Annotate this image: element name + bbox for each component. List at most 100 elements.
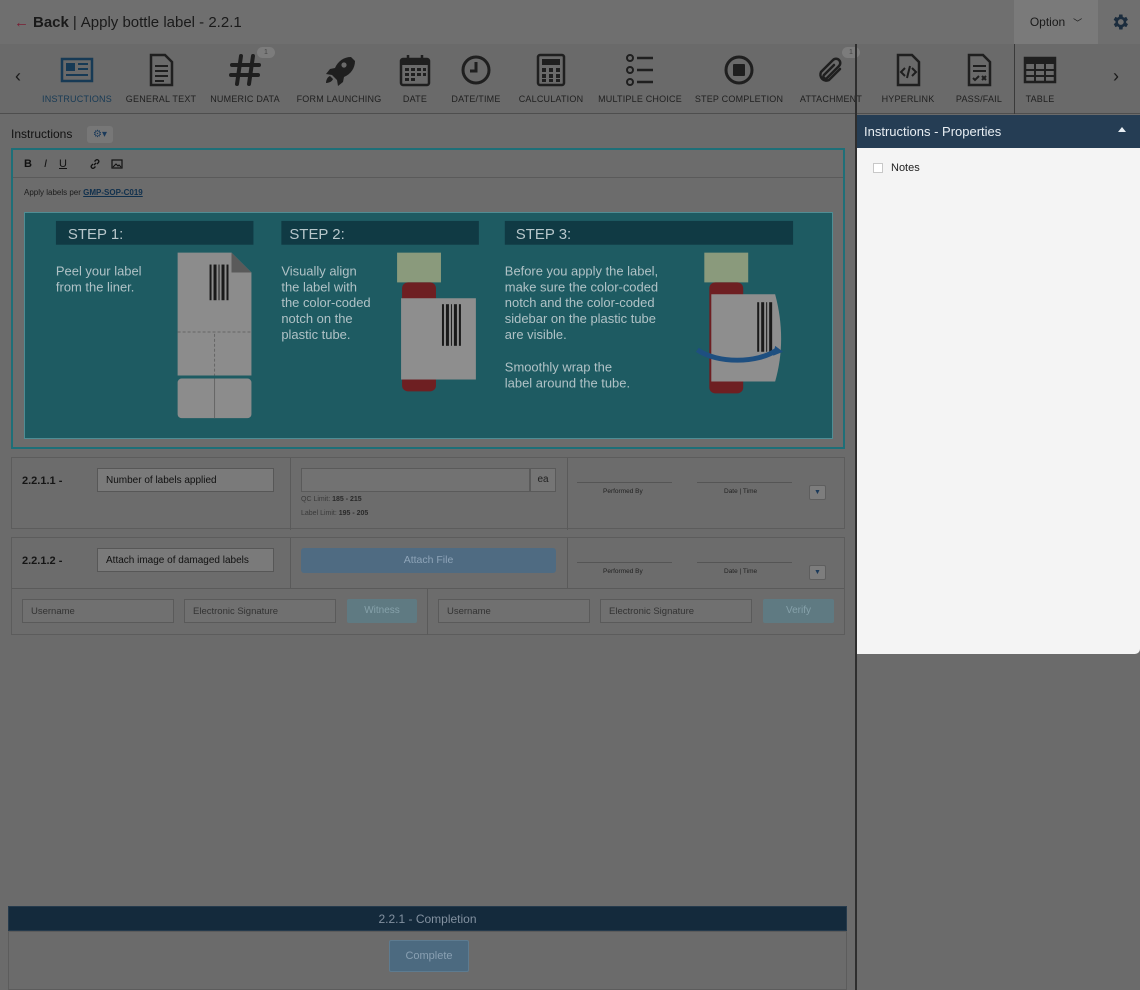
step-3-heading: STEP 3: [516,227,571,243]
row-menu-button[interactable]: ▼ [809,485,826,500]
verify-button[interactable]: Verify [763,599,834,623]
bold-button[interactable]: B [24,158,32,170]
step-1-text: Peel your label from the liner. [56,263,142,294]
step-row-numeric: 2.2.1.1 - Number of labels applied ea QC… [11,457,845,530]
step-id: 2.2.1.1 - [22,475,63,487]
chevron-down-icon: ﹀ [1073,17,1083,28]
caret-up-icon [1118,127,1126,132]
tool-calculation[interactable]: CALCULATION [518,52,584,110]
tool-instructions[interactable]: INSTRUCTIONS [42,52,112,110]
properties-header[interactable]: Instructions - Properties [857,115,1140,148]
complete-button[interactable]: Complete [389,940,469,972]
svg-text:the label with: the label with [281,279,357,294]
row-menu-button[interactable]: ▼ [809,565,826,580]
notes-label: Notes [891,162,920,174]
tool-general-text[interactable]: GENERAL TEXT [126,52,196,110]
checklist-file-icon [967,53,992,87]
svg-text:are visible.: are visible. [505,327,567,342]
properties-panel: Notes [857,148,1140,654]
label-sheet-icon [177,252,252,419]
badge: 1 [257,47,275,58]
step-editor: Instructions ⚙▾ B I U Apply labels per G… [0,115,855,990]
element-toolbar: ‹ INSTRUCTIONS GENERAL TEXT 1 NUMERIC DA… [0,44,1140,114]
toolbar-divider [1014,44,1015,114]
instruction-text: Apply labels per GMP-SOP-C019 [24,188,143,197]
verify-signature-input[interactable]: Electronic Signature [600,599,752,623]
svg-text:the color-coded: the color-coded [281,295,370,310]
witness-button[interactable]: Witness [347,599,417,623]
link-icon[interactable] [89,158,101,170]
tool-form-launching[interactable]: FORM LAUNCHING [297,52,381,110]
sop-link[interactable]: GMP-SOP-C019 [83,188,143,197]
clock-icon [461,55,491,85]
rich-text-editor[interactable]: B I U Apply labels per GMP-SOP-C019 STEP… [11,148,845,449]
step-name-input[interactable]: Number of labels applied [97,468,274,492]
hash-icon [229,54,261,86]
tool-date[interactable]: DATE [392,52,438,110]
label-limit: Label Limit: 195 - 205 [301,510,369,517]
svg-text:from the liner.: from the liner. [56,279,134,294]
gear-icon: ⚙▾ [93,129,107,140]
svg-text:Smoothly wrap the: Smoothly wrap the [505,360,612,375]
badge: 1 [842,47,860,58]
italic-button[interactable]: I [44,158,47,170]
properties-title: Instructions - Properties [864,124,1002,139]
chevron-right-icon[interactable]: › [1106,66,1126,87]
svg-text:Before you apply the label,: Before you apply the label, [505,263,658,278]
tool-multiple-choice[interactable]: MULTIPLE CHOICE [598,52,682,110]
numeric-value-input[interactable] [301,468,530,492]
qc-limit: QC Limit: 185 - 215 [301,496,362,503]
document-icon [149,53,174,87]
svg-text:Visually align: Visually align [281,263,356,278]
table-icon [1023,56,1057,84]
section-title: Instructions [11,127,73,141]
underline-button[interactable]: U [59,158,67,170]
tool-table[interactable]: TABLE [1020,52,1060,110]
verify-username-input[interactable]: Username [438,599,590,623]
tool-numeric-data[interactable]: 1 NUMERIC DATA [210,47,280,110]
paperclip-icon [819,57,842,82]
newspaper-icon [60,57,94,83]
stop-circle-icon [724,55,754,85]
witness-signature-input[interactable]: Electronic Signature [184,599,336,623]
step-2-heading: STEP 2: [289,227,344,243]
chevron-left-icon[interactable]: ‹ [8,66,28,87]
code-file-icon [896,53,921,87]
notes-option[interactable]: Notes [873,162,920,174]
caret-down-icon: ▼ [814,569,821,576]
top-bar: ← Back | Apply bottle label - 2.2.1 Opti… [0,0,1140,44]
completion-header: 2.2.1 - Completion [8,906,847,931]
page-title: Apply bottle label - 2.2.1 [80,13,242,31]
rocket-icon [326,57,355,86]
caret-down-icon: ▼ [814,489,821,496]
back-link[interactable]: ← Back | Apply bottle label - 2.2.1 [14,14,242,31]
step-row-attachment: 2.2.1.2 - Attach image of damaged labels… [11,537,845,635]
tool-attachment[interactable]: 1 ATTACHMENT [800,47,862,110]
attach-file-button[interactable]: Attach File [301,548,556,573]
svg-text:make sure the color-coded: make sure the color-coded [505,279,658,294]
tool-date-time[interactable]: DATE/TIME [448,52,504,110]
date-time-label: Date | Time [724,488,758,495]
calendar-icon [399,55,431,87]
svg-text:sidebar on the plastic tube: sidebar on the plastic tube [505,311,656,326]
step-id: 2.2.1.2 - [22,555,63,567]
format-toolbar: B I U [13,150,843,178]
tool-hyperlink[interactable]: HYPERLINK [880,52,936,110]
svg-text:notch and the color-coded: notch and the color-coded [505,295,655,310]
tool-pass-fail[interactable]: PASS/FAIL [952,52,1006,110]
tool-step-completion[interactable]: STEP COMPLETION [695,52,783,110]
witness-username-input[interactable]: Username [22,599,174,623]
section-settings-button[interactable]: ⚙▾ [87,126,113,143]
unit-label: ea [530,468,556,492]
option-dropdown[interactable]: Option ﹀ [1014,0,1098,44]
date-time-label: Date | Time [724,568,758,575]
gear-icon[interactable] [1110,12,1130,32]
performed-by-label: Performed By [603,568,643,575]
image-icon[interactable] [111,158,123,170]
list-icon [626,54,653,86]
performed-by-label: Performed By [603,488,643,495]
notes-checkbox[interactable] [873,163,883,173]
completion-section: Complete [8,931,847,990]
step-name-input[interactable]: Attach image of damaged labels [97,548,274,572]
step-1-heading: STEP 1: [68,227,123,243]
